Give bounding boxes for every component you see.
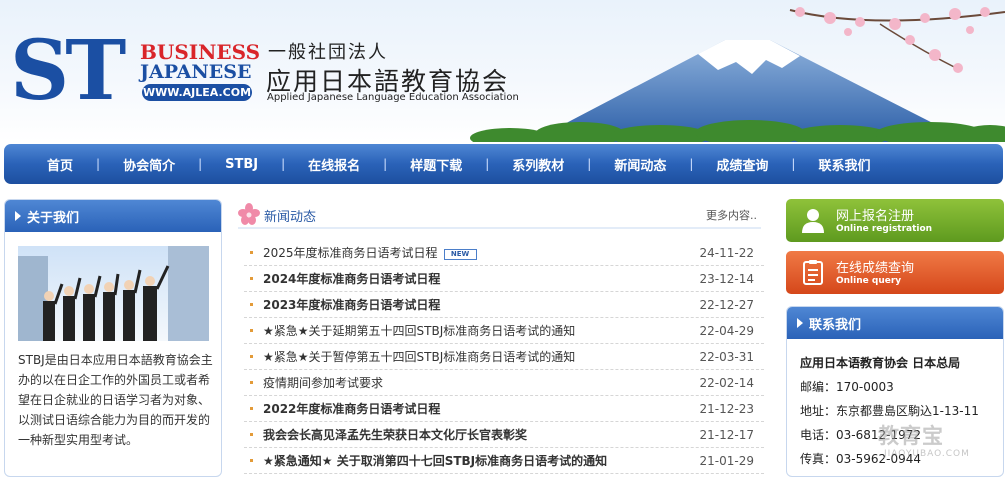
online-registration-button[interactable]: 网上报名注册 Online registration <box>786 199 1004 242</box>
sakura-icon <box>238 203 260 225</box>
clipboard-icon <box>803 260 823 285</box>
nav-score-query[interactable]: 成绩查询 <box>693 155 791 174</box>
cherry-blossom-illustration <box>789 7 1005 73</box>
triangle-right-icon <box>797 318 803 328</box>
registration-label: 网上报名注册 <box>836 209 915 224</box>
about-title[interactable]: 关于我们 <box>27 207 79 226</box>
news-item[interactable]: 2022年度标准商务日语考试日程 21-12-23 <box>244 396 764 422</box>
nav-stbj[interactable]: STBJ <box>202 157 281 172</box>
bullet-icon <box>250 329 253 332</box>
logo-business: BUSINESS <box>140 40 261 64</box>
nav-home[interactable]: 首页 <box>24 155 96 174</box>
news-item-title[interactable]: 2023年度标准商务日语考试日程 <box>263 292 440 318</box>
contact-zip: 邮编：170-0003 <box>800 380 894 394</box>
nav-news[interactable]: 新闻动态 <box>591 155 689 174</box>
news-item[interactable]: 2025年度标准商务日语考试日程 NEW 24-11-22 <box>244 240 764 266</box>
news-item[interactable]: ★紧急★关于延期第五十四回STBJ标准商务日语考试的通知 22-04-29 <box>244 318 764 344</box>
news-item-title[interactable]: ★紧急通知★ 关于取消第四十七回STBJ标准商务日语考试的通知 <box>263 448 607 474</box>
news-item[interactable]: 2024年度标准商务日语考试日程 23-12-14 <box>244 266 764 292</box>
bullet-icon <box>250 459 253 462</box>
news-item-date: 24-11-22 <box>699 246 754 260</box>
news-more-link[interactable]: 更多内容.. <box>706 207 757 223</box>
news-item-title[interactable]: 疫情期间参加考试要求 <box>263 370 383 396</box>
logo-japanese: JAPANESE <box>140 61 252 83</box>
nav-about[interactable]: 协会简介 <box>100 155 198 174</box>
watermark-url: JIAOYUBAO.COM <box>884 449 970 459</box>
news-item-title[interactable]: 2022年度标准商务日语考试日程 <box>263 396 440 422</box>
news-item[interactable]: ★紧急★关于暂停第五十四回STBJ标准商务日语考试的通知 22-03-31 <box>244 344 764 370</box>
contact-panel-header: 联系我们 <box>787 307 1003 339</box>
news-item-date: 22-03-31 <box>699 350 754 364</box>
nav-sample-download[interactable]: 样题下载 <box>387 155 485 174</box>
news-item-date: 22-04-29 <box>699 324 754 338</box>
news-list: 2025年度标准商务日语考试日程 NEW 24-11-22 2024年度标准商务日… <box>244 240 764 474</box>
online-query-button[interactable]: 在线成绩查询 Online query <box>786 251 1004 294</box>
about-panel: 关于我们 STBJ是由日本应用日本語教育協会主办的以在日企工作的外国员工或者希望… <box>4 199 222 477</box>
org-type: 一般社団法人 <box>268 42 388 63</box>
new-badge: NEW <box>443 249 477 260</box>
bullet-icon <box>250 407 253 410</box>
bullet-icon <box>250 355 253 358</box>
news-title[interactable]: 新闻动态 <box>264 206 316 225</box>
registration-sublabel: Online registration <box>836 224 933 234</box>
news-item-date: 22-02-14 <box>699 376 754 390</box>
about-description: STBJ是由日本应用日本語教育協会主办的以在日企工作的外国员工或者希望在日企就业… <box>18 353 213 447</box>
news-item-title[interactable]: 2025年度标准商务日语考试日程 NEW <box>263 240 477 266</box>
bullet-icon <box>250 277 253 280</box>
news-item-date: 21-01-29 <box>699 454 754 468</box>
watermark-logo: 教育宝 <box>878 424 944 448</box>
logo-url-badge[interactable]: WWW.AJLEA.COM <box>142 84 252 101</box>
news-item-date: 21-12-17 <box>699 428 754 442</box>
news-item-date: 22-12-27 <box>699 298 754 312</box>
news-item-date: 23-12-14 <box>699 272 754 286</box>
contact-title[interactable]: 联系我们 <box>809 314 861 333</box>
nav-online-registration[interactable]: 在线报名 <box>285 155 383 174</box>
news-item[interactable]: 我会会长高见泽孟先生荣获日本文化厅长官表彰奖 21-12-17 <box>244 422 764 448</box>
news-item-title[interactable]: ★紧急★关于延期第五十四回STBJ标准商务日语考试的通知 <box>263 318 575 344</box>
news-item[interactable]: 2023年度标准商务日语考试日程 22-12-27 <box>244 292 764 318</box>
news-item-title[interactable]: ★紧急★关于暂停第五十四回STBJ标准商务日语考试的通知 <box>263 344 575 370</box>
news-item-title[interactable]: 2024年度标准商务日语考试日程 <box>263 266 440 292</box>
news-item-title[interactable]: 我会会长高见泽孟先生荣获日本文化厅长官表彰奖 <box>263 422 527 448</box>
site-header: ST BUSINESS JAPANESE WWW.AJLEA.COM 一般社団法… <box>0 0 1005 142</box>
logo-st[interactable]: ST <box>10 30 126 112</box>
user-icon <box>802 209 824 233</box>
query-label: 在线成绩查询 <box>836 261 915 276</box>
news-item[interactable]: 疫情期间参加考试要求 22-02-14 <box>244 370 764 396</box>
triangle-right-icon <box>15 211 21 221</box>
nav-contact[interactable]: 联系我们 <box>795 155 893 174</box>
bullet-icon <box>250 381 253 384</box>
contact-org: 应用日本语教育协会 日本总局 <box>800 356 961 370</box>
about-panel-header: 关于我们 <box>5 200 221 232</box>
news-item-date: 21-12-23 <box>699 402 754 416</box>
nav-textbooks[interactable]: 系列教材 <box>489 155 587 174</box>
celebrating-team-photo <box>18 246 209 341</box>
bullet-icon <box>250 433 253 436</box>
bullet-icon <box>250 251 253 254</box>
news-header: 新闻动态 更多内容.. <box>238 201 761 229</box>
main-nav: 首页 | 协会简介 | STBJ | 在线报名 | 样题下载 | 系列教材 | … <box>4 144 1003 184</box>
query-sublabel: Online query <box>836 276 902 286</box>
news-item[interactable]: ★紧急通知★ 关于取消第四十七回STBJ标准商务日语考试的通知 21-01-29 <box>244 448 764 474</box>
bullet-icon <box>250 303 253 306</box>
